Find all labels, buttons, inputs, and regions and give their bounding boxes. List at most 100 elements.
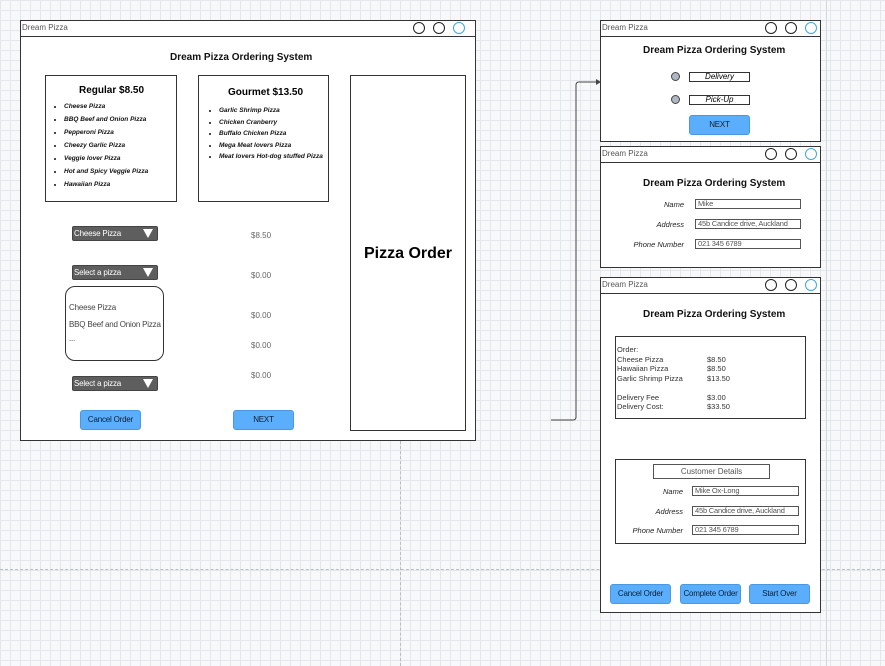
order-summary-text: Order: Cheese Pizza $8.50 Hawaiian Pizza $… (617, 345, 802, 412)
pickup-radio[interactable] (671, 95, 680, 104)
list-item: BBQ Beef and Onion Pizza (64, 116, 148, 124)
list-item: Pepperoni Pizza (64, 129, 148, 137)
order-label-row: Order: (617, 345, 802, 355)
order-item-row: Cheese Pizza $8.50 (617, 355, 802, 365)
name-label: Name (663, 200, 684, 209)
list-item: Veggie lover Pizza (64, 155, 148, 163)
order-label: Order: (617, 345, 639, 354)
maximize-button[interactable] (785, 22, 797, 34)
dropdown-option[interactable]: BBQ Beef and Onion Pizza (69, 320, 161, 329)
minimize-button[interactable] (413, 22, 425, 34)
phone-label: Phone Number (633, 240, 684, 249)
list-item: Mega Meat lovers Pizza (219, 142, 325, 150)
gourmet-pizza-list: Garlic Shrimp Pizza Chicken Cranberry Bu… (207, 107, 325, 165)
title-bar: Dream Pizza (601, 278, 820, 294)
title-bar: Dream Pizza (601, 21, 820, 37)
maximize-button[interactable] (433, 22, 445, 34)
window-title: Dream Pizza (602, 23, 648, 32)
minimize-button[interactable] (765, 22, 777, 34)
name-label: Name (662, 487, 683, 496)
address-field[interactable]: 45b Candice drive, Auckland (695, 219, 801, 229)
minimize-button[interactable] (765, 148, 777, 160)
delivery-option-label[interactable]: Delivery (689, 72, 750, 82)
select-value: Cheese Pizza (74, 229, 121, 238)
phone-field[interactable]: 021 345 6789 (695, 239, 801, 249)
pizza-order-title: Pizza Order (363, 245, 453, 262)
spacer-row (617, 383, 802, 393)
customer-details-title: Customer Details (653, 464, 770, 479)
select-value: Select a pizza (74, 268, 122, 277)
cancel-order-button[interactable]: Cancel Order (80, 410, 141, 430)
pizza-dropdown-list[interactable]: Cheese Pizza BBQ Beef and Onion Pizza ..… (65, 286, 164, 361)
item-price: $8.50 (707, 364, 726, 373)
gourmet-menu-title: Gourmet $13.50 (228, 87, 304, 98)
phone-label: Phone Number (632, 526, 683, 535)
next-button[interactable]: NEXT (233, 410, 294, 430)
item-name: Garlic Shrimp Pizza (617, 373, 683, 383)
window-title: Dream Pizza (602, 149, 648, 158)
list-item: Cheezy Garlic Pizza (64, 142, 148, 150)
total-row: Delivery Cost: $33.50 (617, 402, 802, 412)
price-label: $0.00 (251, 371, 272, 380)
cancel-order-button[interactable]: Cancel Order (610, 584, 671, 604)
total-name: Delivery Cost: (617, 402, 664, 411)
pizza-select-2[interactable]: Select a pizza (72, 265, 158, 280)
page-title: Dream Pizza Ordering System (643, 45, 786, 56)
item-price: $13.50 (707, 373, 730, 383)
complete-order-button[interactable]: Complete Order (680, 584, 741, 604)
list-item: Cheese Pizza (64, 103, 148, 111)
delivery-choice-window: Dream Pizza Dream Pizza Ordering System … (600, 20, 821, 142)
name-field[interactable]: Mike (695, 199, 801, 209)
triangle-down-icon (143, 229, 153, 238)
title-bar: Dream Pizza (21, 21, 475, 37)
maximize-button[interactable] (785, 148, 797, 160)
close-button[interactable] (805, 148, 817, 160)
list-item: Meat lovers Hot-dog stuffed Pizza (219, 153, 325, 161)
item-name: Cheese Pizza (617, 354, 664, 364)
address-label: Address (655, 507, 683, 516)
list-item: Hot and Spicy Veggie Pizza (64, 168, 148, 176)
close-button[interactable] (805, 279, 817, 291)
fee-name: Delivery Fee (617, 392, 660, 402)
fee-row: Delivery Fee $3.00 (617, 393, 802, 403)
list-item: Hawaiian Pizza (64, 181, 148, 189)
address-field[interactable]: 45b Candice drive, Auckland (692, 506, 799, 516)
close-button[interactable] (805, 22, 817, 34)
price-label: $0.00 (251, 341, 272, 350)
regular-menu-title: Regular $8.50 (79, 85, 145, 96)
list-item: Buffalo Chicken Pizza (219, 130, 325, 138)
order-summary-box: Order: Cheese Pizza $8.50 Hawaiian Pizza $… (615, 336, 806, 419)
minimize-button[interactable] (765, 279, 777, 291)
list-item: Garlic Shrimp Pizza (219, 107, 325, 115)
select-value: Select a pizza (74, 379, 122, 388)
pizza-select-1[interactable]: Cheese Pizza (72, 226, 158, 241)
dropdown-option[interactable]: Cheese Pizza (69, 303, 116, 312)
pizza-select-3[interactable]: Select a pizza (72, 376, 158, 391)
order-summary-window: Dream Pizza Dream Pizza Ordering System … (600, 277, 821, 613)
name-field[interactable]: Mike Ox-Long (692, 486, 799, 496)
item-price: $8.50 (707, 354, 726, 364)
main-order-window: Dream Pizza Dream Pizza Ordering System … (20, 20, 476, 441)
price-label: $0.00 (251, 311, 272, 320)
title-bar: Dream Pizza (601, 147, 820, 163)
order-item-row: Hawaiian Pizza $8.50 (617, 364, 802, 374)
regular-menu-box: Regular $8.50 Cheese Pizza BBQ Beef and … (45, 75, 177, 202)
maximize-button[interactable] (785, 279, 797, 291)
start-over-button[interactable]: Start Over (749, 584, 810, 604)
order-item-row: Garlic Shrimp Pizza $13.50 (617, 374, 802, 384)
customer-details-box: Customer Details Name Mike Ox-Long Addre… (615, 459, 806, 544)
price-label: $0.00 (251, 271, 272, 280)
phone-field[interactable]: 021 345 6789 (692, 525, 799, 535)
next-button[interactable]: NEXT (689, 115, 750, 135)
pizza-order-panel: Pizza Order (350, 75, 466, 431)
dropdown-option[interactable]: ... (69, 334, 75, 343)
fee-price: $3.00 (707, 392, 726, 402)
gourmet-menu-box: Gourmet $13.50 Garlic Shrimp Pizza Chick… (198, 75, 329, 202)
triangle-down-icon (143, 379, 153, 388)
page-title: Dream Pizza Ordering System (643, 178, 786, 189)
window-title: Dream Pizza (602, 280, 648, 289)
address-label: Address (656, 220, 684, 229)
pickup-option-label[interactable]: Pick-Up (689, 95, 750, 105)
close-button[interactable] (453, 22, 465, 34)
delivery-radio[interactable] (671, 72, 680, 81)
